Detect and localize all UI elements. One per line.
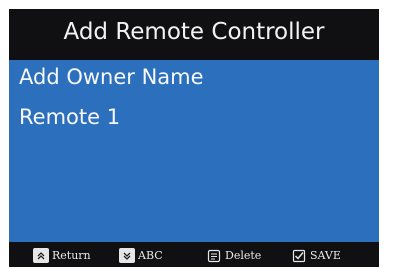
delete-button[interactable]: Delete <box>206 247 261 264</box>
document-icon <box>206 248 222 263</box>
save-label: SAVE <box>310 249 341 262</box>
delete-label: Delete <box>225 249 262 262</box>
footer-bar: Return ABC Delete SAVE <box>9 242 379 267</box>
double-chevron-up-icon <box>33 248 49 263</box>
page-title: Add Remote Controller <box>63 19 325 45</box>
save-button[interactable]: SAVE <box>291 247 341 264</box>
checkbox-icon <box>291 248 307 263</box>
list-item-add-owner-name[interactable]: Add Owner Name <box>19 65 204 89</box>
menu-list: Add Owner Name Remote 1 <box>9 60 379 242</box>
list-item-remote-1[interactable]: Remote 1 <box>19 105 120 129</box>
device-screen: Add Remote Controller Add Owner Name Rem… <box>9 9 379 267</box>
double-chevron-down-icon <box>119 248 135 263</box>
abc-label: ABC <box>138 249 163 262</box>
title-bar: Add Remote Controller <box>9 9 379 55</box>
return-label: Return <box>52 249 91 262</box>
return-button[interactable]: Return <box>33 247 91 264</box>
abc-button[interactable]: ABC <box>119 247 163 264</box>
